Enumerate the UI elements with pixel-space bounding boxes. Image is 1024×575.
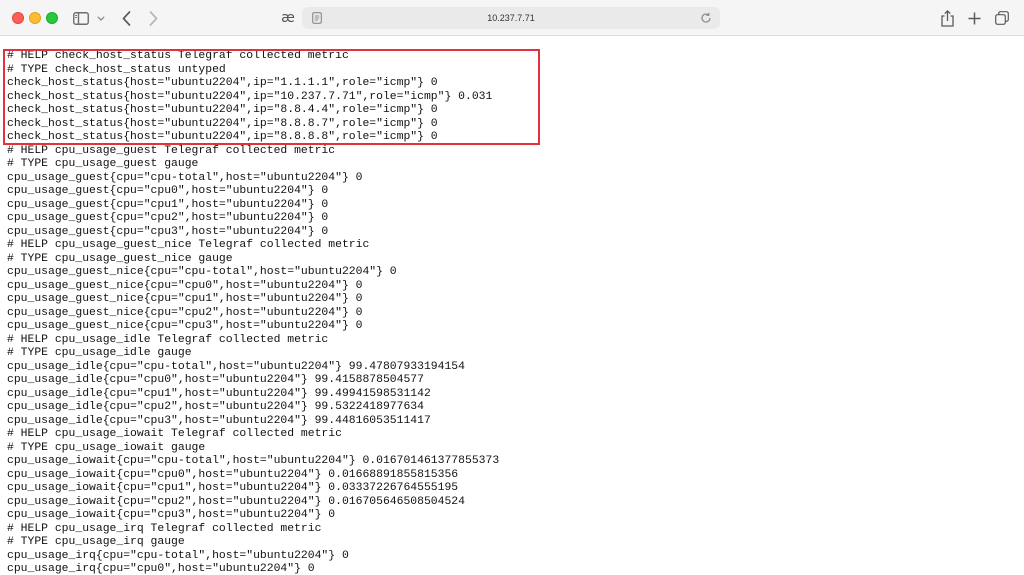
metric-line: cpu_usage_idle{cpu="cpu0",host="ubuntu22… (7, 374, 424, 386)
browser-toolbar: æ 10.237.7.71 (0, 0, 1024, 36)
tab-overview-icon[interactable] (994, 9, 1010, 27)
metric-line: cpu_usage_iowait{cpu="cpu1",host="ubuntu… (7, 482, 459, 494)
metric-line: cpu_usage_iowait{cpu="cpu-total",host="u… (7, 455, 500, 467)
metric-line: cpu_usage_guest_nice{cpu="cpu3",host="ub… (7, 320, 363, 332)
metric-line: cpu_usage_guest_nice{cpu="cpu2",host="ub… (7, 306, 363, 319)
metric-line: # TYPE cpu_usage_guest gauge (7, 158, 199, 170)
metric-line: # TYPE cpu_usage_idle gauge (7, 347, 192, 359)
metrics-text: # HELP check_host_status Telegraf collec… (7, 50, 499, 575)
metric-line: check_host_status{host="ubuntu2204",ip="… (7, 117, 438, 130)
minimize-window-button[interactable] (29, 12, 41, 24)
back-arrow-icon[interactable] (119, 9, 133, 27)
metric-line: cpu_usage_idle{cpu="cpu3",host="ubuntu22… (7, 414, 431, 427)
metric-line: cpu_usage_guest_nice{cpu="cpu-total",hos… (7, 266, 397, 278)
metric-line: check_host_status{host="ubuntu2204",ip="… (7, 104, 438, 116)
metric-line: # HELP cpu_usage_idle Telegraf collected… (7, 333, 329, 346)
url-text[interactable]: 10.237.7.71 (302, 7, 720, 29)
translate-icon[interactable]: æ (279, 9, 297, 27)
metric-line: cpu_usage_iowait{cpu="cpu3",host="ubuntu… (7, 509, 336, 521)
translate-glyph: æ (281, 10, 295, 26)
metric-line: cpu_usage_guest{cpu="cpu3",host="ubuntu2… (7, 225, 329, 238)
metric-line: cpu_usage_idle{cpu="cpu2",host="ubuntu22… (7, 401, 424, 413)
metric-line: cpu_usage_guest_nice{cpu="cpu0",host="ub… (7, 279, 363, 292)
metric-line: # HELP check_host_status Telegraf collec… (7, 50, 349, 62)
close-window-button[interactable] (12, 12, 24, 24)
metric-line: cpu_usage_guest{cpu="cpu1",host="ubuntu2… (7, 198, 329, 211)
metric-line: cpu_usage_irq{cpu="cpu-total",host="ubun… (7, 549, 349, 562)
sidebar-icon[interactable] (72, 9, 90, 27)
plus-icon[interactable] (966, 9, 982, 27)
metric-line: check_host_status{host="ubuntu2204",ip="… (7, 131, 438, 143)
metric-line: cpu_usage_irq{cpu="cpu0",host="ubuntu220… (7, 563, 315, 575)
metric-line: cpu_usage_guest_nice{cpu="cpu1",host="ub… (7, 293, 363, 305)
metric-line: cpu_usage_guest{cpu="cpu0",host="ubuntu2… (7, 185, 329, 197)
metric-line: # TYPE cpu_usage_iowait gauge (7, 441, 206, 454)
metric-line: # HELP cpu_usage_guest_nice Telegraf col… (7, 239, 370, 251)
chevron-down-icon[interactable] (96, 9, 106, 27)
metric-line: cpu_usage_idle{cpu="cpu1",host="ubuntu22… (7, 387, 431, 400)
metric-line: cpu_usage_guest{cpu="cpu2",host="ubuntu2… (7, 212, 329, 224)
page-content: # HELP check_host_status Telegraf collec… (0, 36, 1024, 575)
metric-line: # TYPE check_host_status untyped (7, 63, 226, 76)
metric-line: # HELP cpu_usage_iowait Telegraf collect… (7, 428, 342, 440)
metric-line: # HELP cpu_usage_irq Telegraf collected … (7, 522, 322, 535)
metric-line: # HELP cpu_usage_guest Telegraf collecte… (7, 144, 336, 157)
maximize-window-button[interactable] (46, 12, 58, 24)
metric-line: cpu_usage_iowait{cpu="cpu0",host="ubuntu… (7, 468, 459, 481)
metric-line: cpu_usage_idle{cpu="cpu-total",host="ubu… (7, 360, 465, 373)
metric-line: cpu_usage_guest{cpu="cpu-total",host="ub… (7, 171, 363, 184)
browser-window: æ 10.237.7.71 # HELP check_host_status T… (0, 0, 1024, 575)
metric-line: # TYPE cpu_usage_irq gauge (7, 536, 185, 548)
metric-line: check_host_status{host="ubuntu2204",ip="… (7, 90, 493, 103)
address-bar[interactable]: 10.237.7.71 (302, 7, 720, 29)
reload-icon[interactable] (699, 11, 713, 25)
metric-line: cpu_usage_iowait{cpu="cpu2",host="ubuntu… (7, 495, 465, 508)
share-icon[interactable] (939, 9, 955, 27)
metric-line: # TYPE cpu_usage_guest_nice gauge (7, 252, 233, 265)
metric-line: check_host_status{host="ubuntu2204",ip="… (7, 77, 438, 89)
forward-arrow-icon[interactable] (146, 9, 160, 27)
